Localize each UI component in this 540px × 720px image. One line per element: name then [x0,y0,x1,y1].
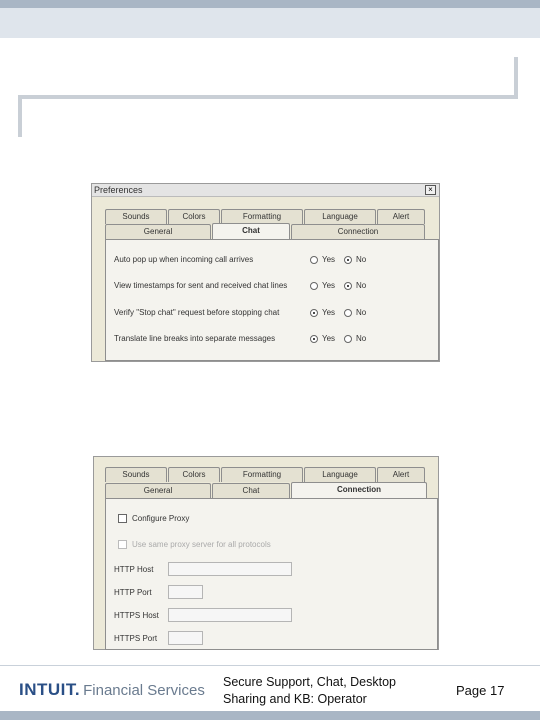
radio-yes[interactable] [310,309,318,317]
tab-chat[interactable]: Chat [212,223,290,239]
dialog-titlebar: Preferences × [92,184,439,197]
radio-yes-label: Yes [322,308,336,317]
tab-colors[interactable]: Colors [168,467,220,482]
tab-general[interactable]: General [105,224,211,239]
connection-panel: Configure Proxy Use same proxy server fo… [105,498,438,650]
footer-title-line2: Sharing and KB: Operator [223,692,367,706]
option-verify-stop: Verify "Stop chat" request before stoppi… [114,308,434,320]
radio-yes-label: Yes [322,255,336,264]
option-line-breaks: Translate line breaks into separate mess… [114,334,434,346]
tab-alert[interactable]: Alert [377,209,425,224]
division-name: Financial Services [83,682,205,699]
tab-alert[interactable]: Alert [377,467,425,482]
radio-yes[interactable] [310,335,318,343]
decorative-bracket [18,95,518,99]
header-band-light [0,8,540,38]
header-band [0,0,540,8]
https-port-label: HTTPS Port [114,634,158,643]
brand-name: INTUIT. [19,680,81,699]
tab-language[interactable]: Language [304,467,376,482]
page-number: Page 17 [456,683,505,698]
radio-no[interactable] [344,335,352,343]
radio-no-label: No [356,281,367,290]
http-port-input[interactable] [168,585,203,599]
decorative-bracket-left [18,95,22,137]
radio-yes-label: Yes [322,281,336,290]
http-host-input[interactable] [168,562,292,576]
option-auto-popup: Auto pop up when incoming call arrives Y… [114,255,434,267]
https-host-label: HTTPS Host [114,611,159,620]
footer-divider [0,665,540,666]
tab-connection[interactable]: Connection [291,224,425,239]
footer-title-line1: Secure Support, Chat, Desktop [223,675,397,689]
option-label: Auto pop up when incoming call arrives [114,255,254,264]
radio-no[interactable] [344,309,352,317]
tab-colors[interactable]: Colors [168,209,220,224]
option-label: Translate line breaks into separate mess… [114,334,276,343]
radio-no-label: No [356,255,367,264]
radio-yes-label: Yes [322,334,336,343]
configure-proxy-checkbox[interactable] [118,514,127,523]
preferences-dialog-chat: Preferences × Sounds Colors Formatting L… [91,183,440,362]
radio-no[interactable] [344,256,352,264]
footer-title: Secure Support, Chat, Desktop Sharing an… [223,674,443,708]
preferences-dialog-connection: Sounds Colors Formatting Language Alert … [93,456,439,650]
radio-yes[interactable] [310,282,318,290]
tab-sounds[interactable]: Sounds [105,467,167,482]
radio-no-label: No [356,308,367,317]
option-label: Verify "Stop chat" request before stoppi… [114,308,280,317]
decorative-bracket-right [514,57,518,99]
http-host-label: HTTP Host [114,565,154,574]
close-icon[interactable]: × [425,185,436,195]
chat-panel: Auto pop up when incoming call arrives Y… [105,239,439,361]
tab-language[interactable]: Language [304,209,376,224]
https-host-input[interactable] [168,608,292,622]
tab-general[interactable]: General [105,483,211,498]
option-timestamps: View timestamps for sent and received ch… [114,281,434,293]
radio-yes[interactable] [310,256,318,264]
radio-no-label: No [356,334,367,343]
intuit-logo: INTUIT. Financial Services [19,680,205,700]
tab-chat[interactable]: Chat [212,483,290,498]
radio-no[interactable] [344,282,352,290]
tab-connection[interactable]: Connection [291,482,427,498]
same-proxy-label: Use same proxy server for all protocols [132,540,271,549]
same-proxy-checkbox[interactable] [118,540,127,549]
tab-formatting[interactable]: Formatting [221,209,303,224]
configure-proxy-label: Configure Proxy [132,514,190,523]
option-label: View timestamps for sent and received ch… [114,281,288,290]
http-port-label: HTTP Port [114,588,152,597]
tab-formatting[interactable]: Formatting [221,467,303,482]
dialog-title: Preferences [94,185,143,195]
footer-band [0,711,540,720]
https-port-input[interactable] [168,631,203,645]
tab-sounds[interactable]: Sounds [105,209,167,224]
